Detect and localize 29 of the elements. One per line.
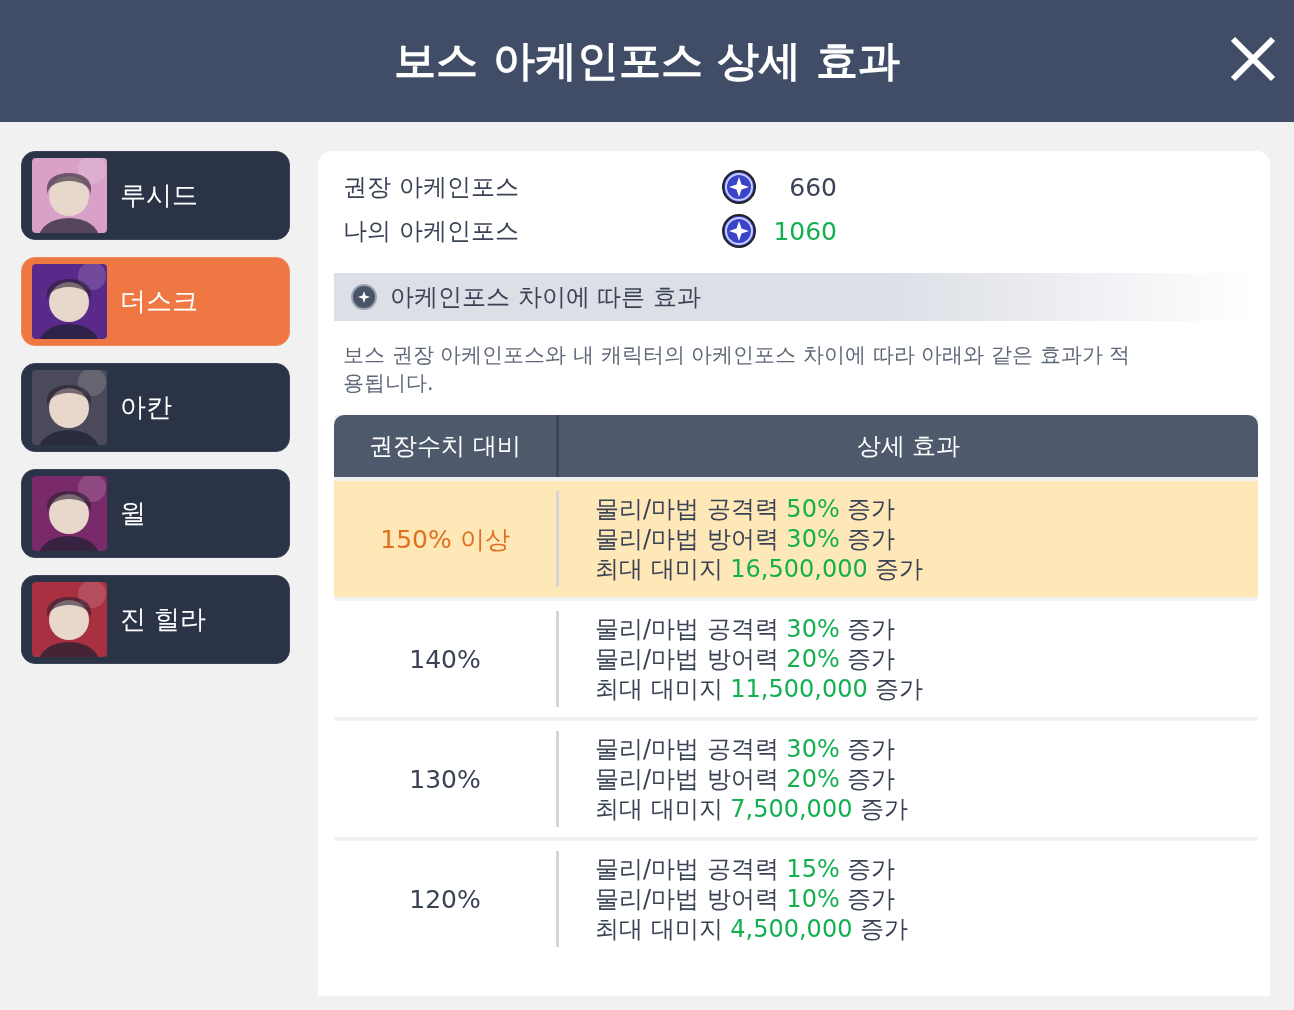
effect-text: 물리/마법 방어력 20% 증가 [595, 764, 897, 794]
table-cell: 130% [409, 764, 481, 794]
boss-tab[interactable]: 윌 [21, 469, 290, 558]
boss-tab[interactable]: 진 힐라 [21, 575, 290, 664]
effect-text: 물리/마법 공격력 15% 증가 [595, 854, 897, 884]
effect-text: 물리/마법 공격력 30% 증가 [595, 614, 897, 644]
section-title: 아케인포스 차이에 따른 효과 [390, 282, 701, 313]
table-cell: 140% [409, 644, 481, 674]
effect-text: 최대 대미지 4,500,000 증가 [595, 914, 909, 944]
effect-text: 물리/마법 방어력 10% 증가 [595, 884, 897, 914]
stat-value: 1060 [772, 216, 837, 246]
window-title: 보스 아케인포스 상세 효과 [394, 35, 900, 87]
effect-text: 최대 대미지 16,500,000 증가 [595, 554, 924, 584]
boss-tab[interactable]: 루시드 [21, 151, 290, 240]
effect-text: 최대 대미지 7,500,000 증가 [595, 794, 909, 824]
effect-text: 물리/마법 방어력 20% 증가 [595, 644, 897, 674]
column-header: 상세 효과 [855, 431, 962, 462]
stat-label: 권장 아케인포스 [343, 172, 520, 203]
table-cell-text: 150% 이상 [380, 523, 510, 556]
effect-text: 물리/마법 공격력 30% 증가 [595, 734, 897, 764]
stat-label: 나의 아케인포스 [343, 216, 520, 247]
column-header: 권장수치 대비 [334, 415, 559, 477]
boss-tab[interactable]: 아칸 [21, 363, 290, 452]
effect-text: 최대 대미지 11,500,000 증가 [595, 674, 924, 704]
table-cell: 120% [409, 884, 481, 914]
effect-text: 물리/마법 공격력 50% 증가 [595, 494, 897, 524]
stat-value: 660 [788, 172, 837, 202]
effect-text: 물리/마법 방어력 30% 증가 [595, 524, 897, 554]
description-text: 보스 권장 아케인포스와 내 캐릭터의 아케인포스 차이에 따라 아래와 같은 효과가 적용됩니다. [343, 342, 1132, 397]
